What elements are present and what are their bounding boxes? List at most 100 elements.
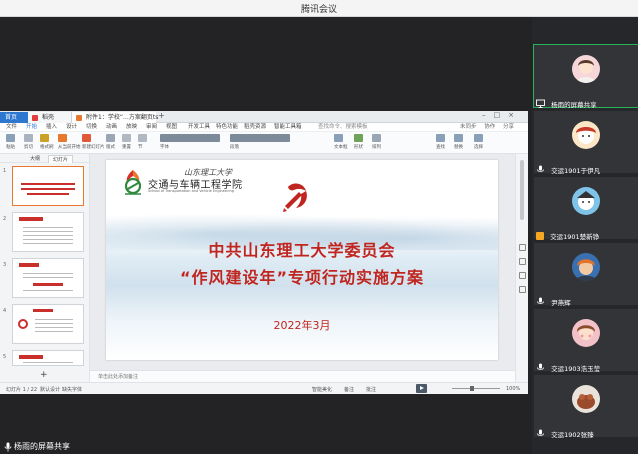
avatar	[572, 187, 600, 215]
paste-icon	[6, 134, 15, 142]
participant-name-bar: 杨雨的屏幕共享	[534, 93, 597, 109]
share-button[interactable]: 分享	[503, 124, 514, 130]
ppt-file-icon	[76, 115, 82, 121]
add-slide-icon[interactable]: +	[40, 370, 48, 380]
sync-status[interactable]: 未同步	[460, 124, 477, 130]
thumb-number: 3	[3, 262, 7, 268]
collaborate-button[interactable]: 协作	[484, 124, 495, 130]
tab-home[interactable]: 首页	[0, 112, 28, 123]
slide-thumbnail-panel: 大纲 幻灯片 1 2 3 4 5 +	[0, 154, 90, 382]
slide-current[interactable]: 山东理工大学 交通与车辆工程学院 School of Transportatio…	[106, 160, 498, 360]
slide-thumbnail-2[interactable]	[12, 212, 84, 252]
panel-tabs: 大纲 幻灯片	[0, 154, 90, 163]
wps-menu-bar: 文件 开始 插入 设计 切换 动画 放映 审阅 视图 开发工具 特色功能 稻壳资…	[0, 123, 528, 132]
presenter-label: 杨雨的屏幕共享	[14, 442, 70, 451]
avatar	[572, 319, 600, 347]
menu-animation[interactable]: 动画	[106, 123, 117, 132]
participant-name-bar: 交运1901于伊凡	[534, 159, 600, 175]
sidebar-tool-icon[interactable]	[519, 286, 526, 293]
slide-thumbnail-5[interactable]	[12, 350, 84, 366]
participant-name: 尹燕辉	[551, 298, 571, 307]
zoom-level[interactable]: 100%	[506, 386, 520, 392]
zoom-slider[interactable]	[452, 388, 500, 389]
menu-smart-tools[interactable]: 智能工具箱	[274, 123, 302, 132]
vertical-scrollbar[interactable]	[515, 154, 528, 382]
participant-tile[interactable]: 杨雨的屏幕共享	[533, 44, 638, 109]
zoom-slider-knob[interactable]	[470, 386, 474, 391]
menu-docer-resources[interactable]: 稻壳资源	[244, 123, 266, 132]
slide-thumbnail-3[interactable]	[12, 258, 84, 298]
menu-features[interactable]: 特色功能	[216, 123, 238, 132]
app-title: 腾讯会议	[300, 5, 337, 15]
share-footer: 杨雨的屏幕共享	[0, 440, 532, 454]
notes-toggle[interactable]: 备注	[344, 386, 354, 393]
wps-ribbon: 粘贴 剪切 格式刷 从当前开始 新建幻灯片 版式 重置 节 字体 段落 文本框 …	[0, 132, 528, 154]
screen-share-icon	[536, 99, 545, 108]
menu-transition[interactable]: 切换	[86, 123, 97, 132]
participant-name: 交运1901于伊凡	[551, 166, 601, 175]
thumb-number: 2	[3, 216, 7, 222]
participant-name: 杨雨的屏幕共享	[551, 100, 597, 109]
slide-thumbnail-4[interactable]	[12, 304, 84, 344]
tab-slides[interactable]: 幻灯片	[48, 155, 74, 163]
menu-view[interactable]: 视图	[166, 123, 177, 132]
notes-placeholder: 单击此处添加备注	[98, 374, 139, 380]
avatar	[572, 55, 600, 83]
shape-icon	[354, 134, 363, 142]
replace-icon	[454, 134, 463, 142]
avatar	[572, 385, 600, 413]
menu-right-group: 未同步 协作 分享	[454, 123, 514, 132]
tab-docer-label: 稻壳	[42, 114, 55, 121]
theme-name[interactable]: 默认设计	[40, 386, 60, 393]
window-controls[interactable]: –□×	[482, 111, 522, 119]
scroll-thumb[interactable]	[520, 160, 524, 220]
menu-file[interactable]: 文件	[6, 123, 17, 132]
paragraph-icon	[230, 134, 290, 142]
menu-developer[interactable]: 开发工具	[188, 123, 210, 132]
thumb-number: 4	[3, 308, 7, 314]
slide-title-line1: 中共山东理工大学委员会	[208, 241, 396, 260]
slide-date: 2022年3月	[273, 319, 331, 332]
menu-insert[interactable]: 插入	[46, 123, 57, 132]
tab-document[interactable]: 附件1：学校“…方案翻页ts	[72, 112, 158, 123]
mic-icon	[537, 429, 544, 436]
menu-review[interactable]: 审阅	[146, 123, 157, 132]
participant-tile[interactable]: 交运1903浩玉莹	[534, 309, 638, 373]
new-tab-icon[interactable]: +	[158, 111, 165, 120]
layout-icon	[106, 134, 115, 142]
sidebar-tool-icon[interactable]	[519, 258, 526, 265]
brush-icon	[40, 134, 49, 142]
arrange-icon	[372, 134, 381, 142]
participant-tile[interactable]: 交运1902张臻	[534, 375, 638, 439]
participant-tile[interactable]: 尹燕辉	[534, 243, 638, 307]
participant-name-bar: 交运1901楚新铮	[534, 225, 599, 241]
wps-window: 首页 稻壳 附件1：学校“…方案翻页ts + –□× 文件 开始 插入 设计 切…	[0, 111, 528, 394]
smart-beautify[interactable]: 智能美化	[312, 386, 332, 393]
menu-design[interactable]: 设计	[66, 123, 77, 132]
sidebar-tool-icon[interactable]	[519, 244, 526, 251]
participant-tile[interactable]: 交运1901于伊凡	[534, 111, 638, 175]
participant-panel: 杨雨的屏幕共享 交运1901于伊凡 交运1901楚新铮 尹燕辉 交运1903浩玉…	[532, 17, 638, 454]
participant-tile[interactable]: 交运1901楚新铮	[534, 177, 638, 241]
slide-thumbnail-1[interactable]	[12, 166, 84, 206]
sidebar-tool-icon[interactable]	[519, 272, 526, 279]
party-emblem-icon	[283, 183, 307, 212]
participant-name-bar: 尹燕辉	[534, 291, 571, 307]
wps-tab-bar: 首页 稻壳 附件1：学校“…方案翻页ts + –□×	[0, 111, 528, 123]
participant-name: 交运1902张臻	[551, 430, 594, 439]
tab-outline[interactable]: 大纲	[26, 155, 44, 162]
college-logo-icon	[124, 170, 142, 195]
notes-bar[interactable]: 单击此处添加备注	[90, 370, 515, 382]
avatar	[572, 253, 600, 281]
participant-name-bar: 交运1903浩玉莹	[534, 357, 600, 373]
menu-home[interactable]: 开始	[26, 123, 37, 132]
comment-toggle[interactable]: 批注	[366, 386, 376, 393]
command-search[interactable]: 查找命令、搜索模板	[318, 123, 368, 132]
missing-font[interactable]: 缺失字体	[62, 386, 82, 393]
thumb-number: 5	[3, 354, 7, 360]
avatar	[572, 121, 600, 149]
slideshow-play-button[interactable]	[416, 384, 427, 393]
menu-slideshow[interactable]: 放映	[126, 123, 137, 132]
slide-title-line2: “作风建设年”专项行动实施方案	[179, 268, 425, 287]
tab-docer[interactable]: 稻壳	[28, 112, 72, 123]
